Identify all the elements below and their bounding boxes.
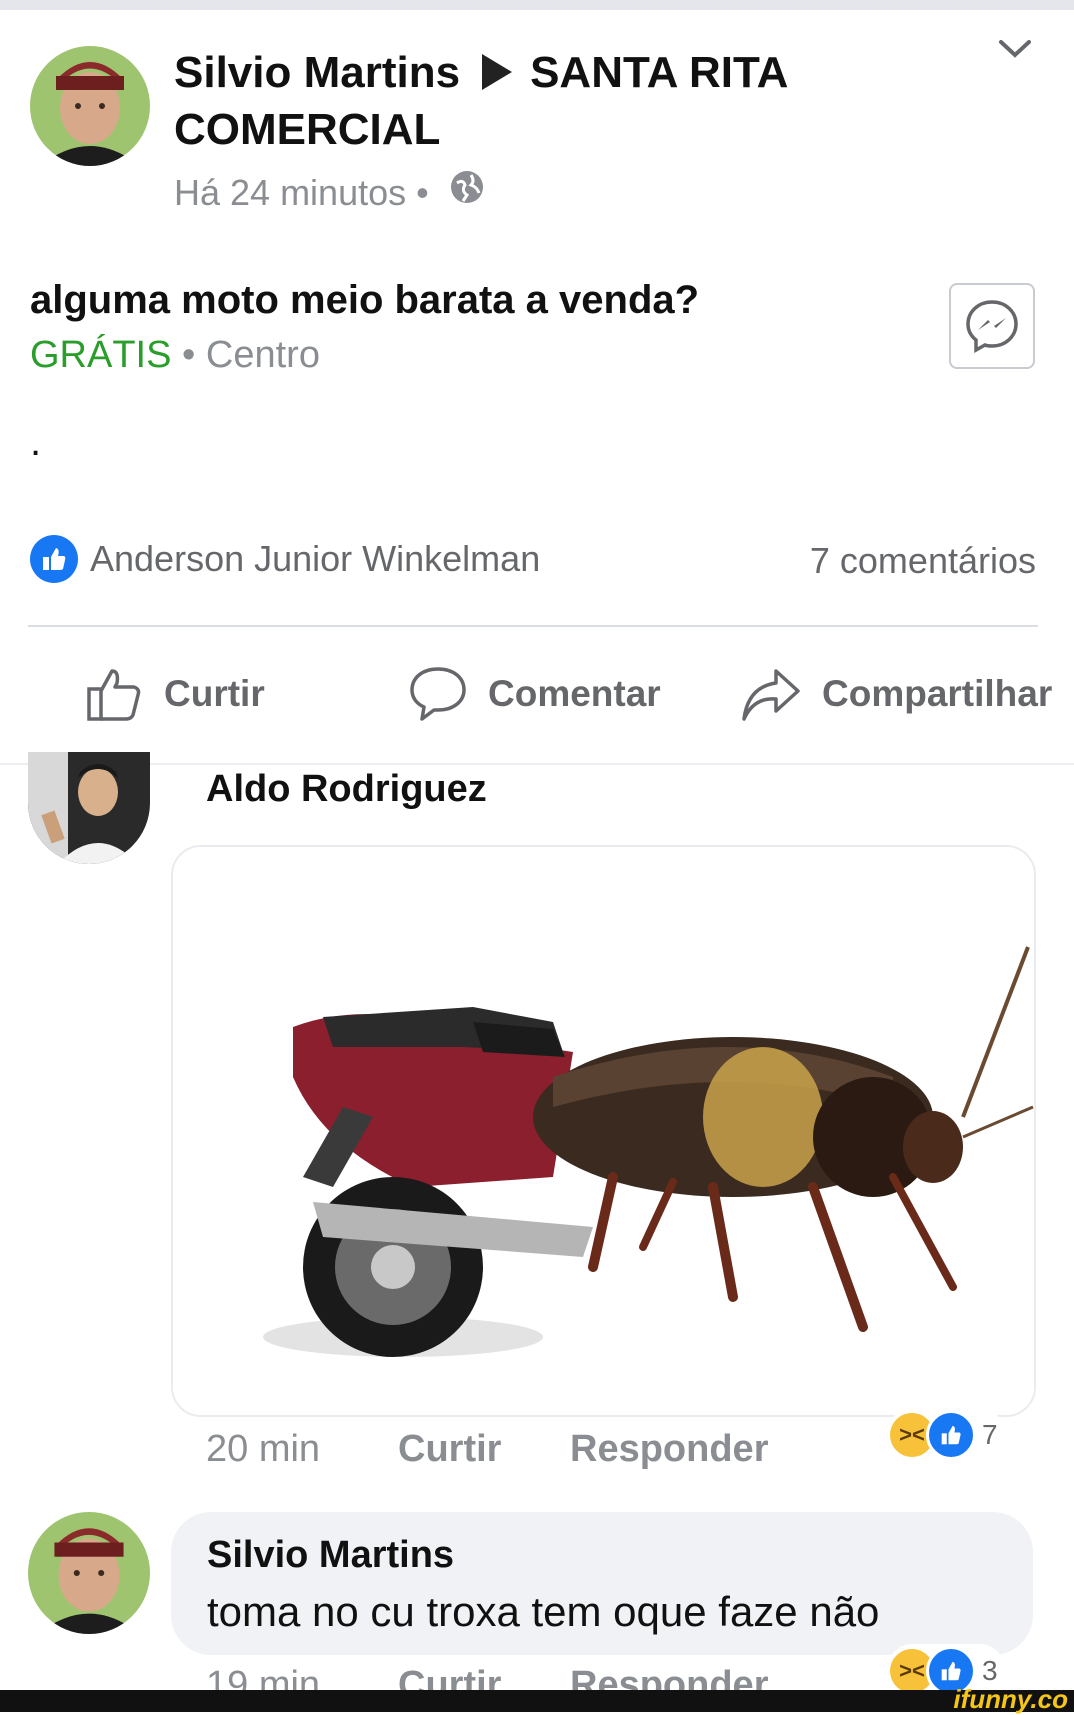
share-button[interactable]: Compartilhar	[740, 665, 1052, 723]
meta-separator: •	[416, 172, 429, 213]
liker-name: Anderson Junior Winkelman	[90, 538, 541, 579]
messenger-button[interactable]	[949, 283, 1035, 369]
comment-label: Comentar	[488, 673, 661, 714]
comment-avatar[interactable]	[28, 752, 150, 864]
messenger-icon	[966, 300, 1018, 353]
comment-button[interactable]: Comentar	[408, 665, 661, 723]
like-button[interactable]: Curtir	[86, 665, 265, 723]
chevron-down-icon[interactable]	[998, 38, 1032, 65]
post-likes[interactable]: Anderson Junior Winkelman	[30, 535, 540, 583]
post-price: GRÁTIS	[30, 334, 172, 376]
post-price-location: GRÁTIS • Centro	[30, 334, 320, 377]
reaction-count: 3	[982, 1655, 998, 1686]
like-reaction-icon	[926, 1410, 976, 1460]
section-separator	[0, 763, 1074, 765]
comments-count[interactable]: 7 comentários	[810, 540, 1036, 582]
globe-icon	[449, 169, 485, 216]
top-bar	[0, 0, 1074, 10]
post-title: alguma moto meio barata a venda?	[30, 278, 700, 322]
comment-time: 20 min	[206, 1428, 321, 1470]
share-label: Compartilhar	[822, 673, 1053, 714]
divider	[28, 625, 1038, 627]
comment-reply-button[interactable]: Responder	[570, 1428, 768, 1471]
bottom-bar	[0, 1690, 1074, 1712]
post-author-name[interactable]: Silvio Martins	[174, 48, 460, 97]
post-header-title: Silvio Martins SANTA RITA COMERCIAL	[174, 44, 874, 158]
like-badge-icon	[30, 535, 78, 583]
post-time[interactable]: Há 24 minutos	[174, 172, 406, 213]
location-separator: •	[171, 334, 206, 376]
post-author-avatar[interactable]	[30, 46, 150, 166]
reaction-count: 7	[982, 1419, 998, 1450]
comment-author-name[interactable]: Aldo Rodriguez	[206, 768, 487, 811]
arrow-right-icon	[482, 54, 513, 91]
comment-text: toma no cu troxa tem oque faze não	[207, 1588, 880, 1635]
moto-cockroach-image	[173, 847, 1034, 1415]
post-location: Centro	[205, 334, 320, 376]
post-body: .	[30, 420, 42, 464]
post-meta: Há 24 minutos •	[174, 170, 485, 219]
share-icon	[742, 669, 800, 721]
comment-image[interactable]	[171, 845, 1036, 1417]
comment-icon	[410, 667, 466, 721]
comment-reactions[interactable]: >< 7	[888, 1408, 1004, 1462]
comment-avatar[interactable]	[28, 1512, 150, 1634]
like-label: Curtir	[164, 673, 265, 714]
thumbs-up-icon	[87, 669, 141, 721]
comment-author-name[interactable]: Silvio Martins	[207, 1534, 454, 1577]
comment-like-button[interactable]: Curtir	[398, 1428, 501, 1471]
watermark: ifunny.co	[953, 1684, 1068, 1714]
comment-bubble[interactable]: Silvio Martins toma no cu troxa tem oque…	[171, 1512, 1033, 1655]
